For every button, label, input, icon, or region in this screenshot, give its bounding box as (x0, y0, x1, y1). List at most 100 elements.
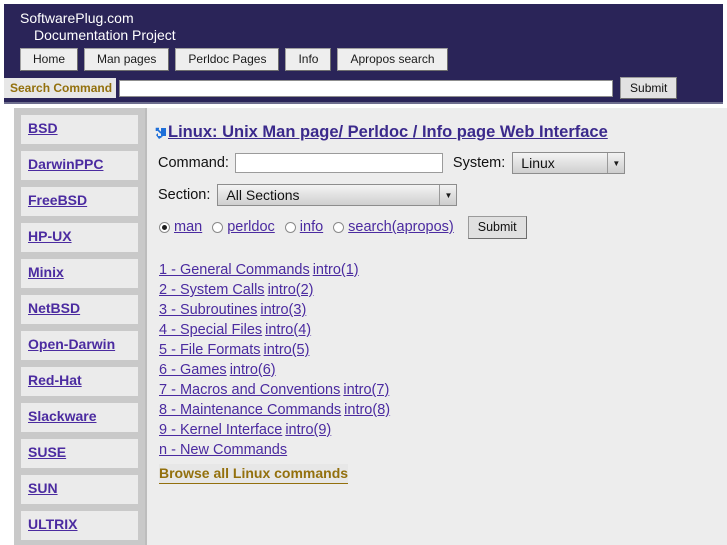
radio-option-label[interactable]: man (174, 219, 202, 236)
search-submit-button[interactable]: Submit (620, 77, 678, 99)
sidebar-item-netbsd[interactable]: NetBSD (21, 295, 138, 324)
list-item: 7 - Macros and Conventions intro(7) (159, 380, 727, 400)
section-link[interactable]: 6 - Games (159, 362, 227, 378)
list-item: 6 - Games intro(6) (159, 360, 727, 380)
section-link[interactable]: 4 - Special Files (159, 322, 262, 338)
section-link[interactable]: 5 - File Formats (159, 342, 261, 358)
chevron-down-icon: ▼ (607, 153, 625, 173)
sidebar-item-ultrix[interactable]: ULTRIX (21, 511, 138, 540)
intro-link[interactable]: intro(3) (260, 302, 306, 318)
intro-link[interactable]: intro(7) (343, 382, 389, 398)
radio-indicator[interactable] (333, 222, 345, 233)
sidebar-item-slackware[interactable]: Slackware (21, 403, 138, 432)
section-link[interactable]: 9 - Kernel Interface (159, 422, 282, 438)
list-item: 8 - Maintenance Commands intro(8) (159, 400, 727, 420)
section-link[interactable]: 1 - General Commands (159, 262, 310, 278)
sidebar-item-suse[interactable]: SUSE (21, 439, 138, 468)
search-command-label: Search Command (4, 78, 118, 98)
sidebar-item-label[interactable]: NetBSD (28, 300, 80, 316)
page-root: SoftwarePlug.com Documentation Project H… (0, 0, 727, 545)
nav-button-info[interactable]: Info (285, 48, 332, 71)
radio-option-man[interactable]: man (159, 219, 202, 236)
radio-option-perldoc[interactable]: perldoc (212, 219, 275, 236)
system-select[interactable]: Linux ▼ (512, 152, 626, 174)
sidebar-item-label[interactable]: FreeBSD (28, 192, 87, 208)
intro-link[interactable]: intro(6) (230, 362, 276, 378)
sidebar-item-freebsd[interactable]: FreeBSD (21, 187, 138, 216)
list-item: 3 - Subroutines intro(3) (159, 300, 727, 320)
sidebar-item-label[interactable]: Minix (28, 264, 64, 280)
section-link[interactable]: 3 - Subroutines (159, 302, 257, 318)
intro-link[interactable]: intro(8) (344, 402, 390, 418)
sidebar-item-open-darwin[interactable]: Open-Darwin (21, 331, 138, 360)
search-command-input[interactable] (119, 79, 614, 97)
form-submit-button[interactable]: Submit (467, 216, 527, 239)
system-select-value: Linux (521, 154, 555, 171)
sidebar-item-darwinppc[interactable]: DarwinPPC (21, 151, 138, 180)
sidebar-item-hp-ux[interactable]: HP-UX (21, 223, 138, 252)
primary-nav: Home Man pages Perldoc Pages Info Apropo… (4, 44, 723, 71)
section-link[interactable]: n - New Commands (159, 442, 287, 458)
nav-button-man-pages[interactable]: Man pages (84, 48, 170, 71)
man-section-list: 1 - General Commands intro(1) 2 - System … (153, 239, 727, 484)
radio-indicator[interactable] (159, 222, 170, 233)
sidebar-item-label[interactable]: HP-UX (28, 228, 72, 244)
list-item: n - New Commands (159, 440, 727, 460)
command-label: Command: (158, 154, 229, 171)
page-title-link[interactable]: Linux: Unix Man page/ Perldoc / Info pag… (168, 122, 608, 142)
section-select[interactable]: All Sections ▼ (217, 184, 458, 206)
list-item: 2 - System Calls intro(2) (159, 280, 727, 300)
site-header: SoftwarePlug.com Documentation Project H… (4, 4, 723, 104)
search-command-bar: Search Command Submit (4, 77, 723, 99)
intro-link[interactable]: intro(5) (264, 342, 310, 358)
sidebar-item-sun[interactable]: SUN (21, 475, 138, 504)
radio-option-label[interactable]: info (300, 219, 323, 236)
sidebar-item-bsd[interactable]: BSD (21, 115, 138, 144)
section-link[interactable]: 7 - Macros and Conventions (159, 382, 340, 398)
sidebar-item-red-hat[interactable]: Red-Hat (21, 367, 138, 396)
section-link[interactable]: 8 - Maintenance Commands (159, 402, 341, 418)
intro-link[interactable]: intro(2) (268, 282, 314, 298)
nav-button-home[interactable]: Home (20, 48, 79, 71)
sidebar-item-label[interactable]: ULTRIX (28, 516, 78, 532)
nav-button-perldoc-pages[interactable]: Perldoc Pages (175, 48, 280, 71)
command-system-row: Command: System: Linux ▼ (153, 142, 727, 174)
radio-option-search-apropos[interactable]: search(apropos) (333, 219, 454, 236)
section-select-value: All Sections (226, 186, 300, 203)
command-input[interactable] (234, 153, 443, 173)
sidebar-item-label[interactable]: SUN (28, 480, 58, 496)
sidebar-item-label[interactable]: Open-Darwin (28, 336, 115, 352)
sidebar-item-label[interactable]: BSD (28, 120, 58, 136)
list-item: 9 - Kernel Interface intro(9) (159, 420, 727, 440)
main-content: Linux: Unix Man page/ Perldoc / Info pag… (145, 108, 727, 545)
body-wrapper: BSD DarwinPPC FreeBSD HP-UX Minix NetBSD… (0, 108, 727, 545)
section-label: Section: (158, 186, 211, 203)
os-sidebar: BSD DarwinPPC FreeBSD HP-UX Minix NetBSD… (14, 108, 145, 545)
sidebar-item-label[interactable]: SUSE (28, 444, 66, 460)
browse-all-commands-link[interactable]: Browse all Linux commands (159, 464, 349, 484)
doc-type-radio-group: man perldoc info search(apropos) Submit (153, 206, 727, 239)
page-title: Linux: Unix Man page/ Perldoc / Info pag… (153, 118, 727, 142)
section-link[interactable]: 2 - System Calls (159, 282, 265, 298)
browse-all-row: Browse all Linux commands (159, 460, 727, 484)
arrow-down-left-icon (155, 127, 166, 139)
sidebar-item-label[interactable]: Slackware (28, 408, 97, 424)
radio-option-label[interactable]: search(apropos) (348, 219, 454, 236)
chevron-down-icon: ▼ (439, 185, 457, 205)
radio-option-info[interactable]: info (284, 219, 323, 236)
section-row: Section: All Sections ▼ (153, 174, 727, 206)
intro-link[interactable]: intro(9) (285, 422, 331, 438)
site-title-line2: Documentation Project (34, 27, 176, 43)
nav-button-apropos-search[interactable]: Apropos search (337, 48, 448, 71)
intro-link[interactable]: intro(1) (313, 262, 359, 278)
radio-option-label[interactable]: perldoc (227, 219, 275, 236)
sidebar-item-label[interactable]: Red-Hat (28, 372, 82, 388)
list-item: 4 - Special Files intro(4) (159, 320, 727, 340)
radio-indicator[interactable] (212, 222, 224, 233)
list-item: 1 - General Commands intro(1) (159, 260, 727, 280)
sidebar-item-minix[interactable]: Minix (21, 259, 138, 288)
intro-link[interactable]: intro(4) (265, 322, 311, 338)
radio-indicator[interactable] (284, 222, 296, 233)
sidebar-item-label[interactable]: DarwinPPC (28, 156, 103, 172)
site-title-line1: SoftwarePlug.com (20, 10, 134, 26)
